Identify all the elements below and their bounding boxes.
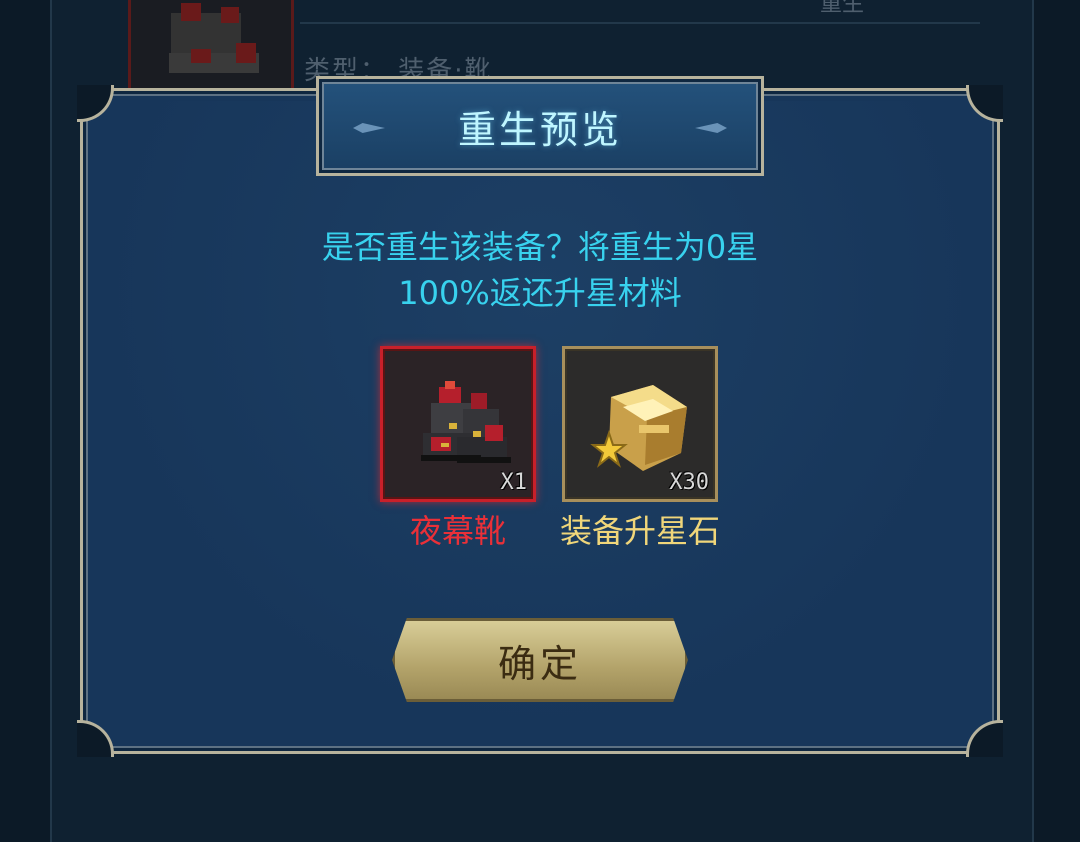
title-ornament-icon (695, 123, 727, 133)
item-quantity: X1 (500, 470, 528, 495)
dialog-corner (966, 720, 1003, 757)
boots-icon (169, 3, 259, 73)
dialog-corner (966, 85, 1003, 122)
background-rebirth-tag: 重生 (820, 0, 865, 17)
item-quantity: X30 (669, 470, 709, 495)
dialog-corner (77, 85, 114, 122)
dialog-title-banner: 重生预览 (316, 76, 764, 176)
boots-icon (421, 381, 511, 463)
title-ornament-icon (353, 123, 385, 133)
confirm-button-label: 确定 (497, 641, 582, 686)
dialog-corner (77, 720, 114, 757)
item-card-star-stone[interactable]: X30 (562, 346, 718, 502)
item-name-star-stone: 装备升星石 (559, 512, 720, 550)
confirm-button[interactable]: 确定 (392, 618, 688, 702)
game-screen: 类型： 装备·靴 重生 重生预览 是否重生该装备？将重生为0星 100%返还升星… (0, 0, 1080, 842)
dialog-message-line1: 是否重生该装备？将重生为0星 (321, 228, 759, 266)
dialog-message-line2: 100%返还升星材料 (398, 274, 682, 312)
background-divider (300, 22, 980, 24)
item-card-boots[interactable]: X1 (380, 346, 536, 502)
background-item-thumbnail (128, 0, 294, 91)
star-stone-icon (590, 385, 687, 471)
dialog-title: 重生预览 (457, 107, 622, 152)
